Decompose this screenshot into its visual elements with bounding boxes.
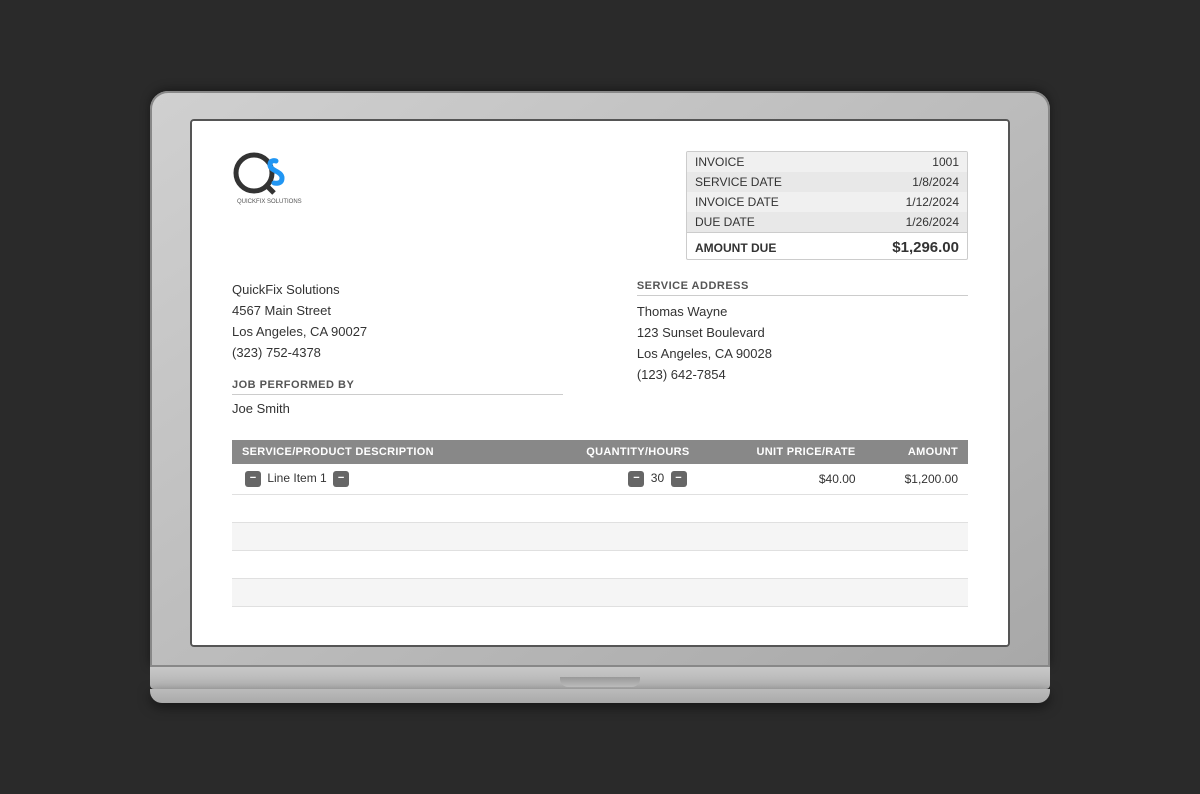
edit-description-btn[interactable]: − [333, 471, 349, 487]
quantity-value: 30 [651, 471, 664, 485]
company-address2: Los Angeles, CA 90027 [232, 322, 563, 343]
service-address1: 123 Sunset Boulevard [637, 323, 968, 344]
info-value-due-date: 1/26/2024 [842, 212, 967, 233]
job-section: JOB PERFORMED BY Joe Smith [232, 379, 563, 416]
company-info-section: QuickFix Solutions 4567 Main Street Los … [232, 280, 563, 415]
service-address-details: Thomas Wayne 123 Sunset Boulevard Los An… [637, 302, 968, 385]
service-phone: (123) 642-7854 [637, 365, 968, 386]
service-name: Thomas Wayne [637, 302, 968, 323]
screen-bezel: QUICKFIX SOLUTIONS INVOICE 1001 [150, 91, 1050, 666]
info-value-invoice-date: 1/12/2024 [842, 192, 967, 212]
info-label-invoice: INVOICE [687, 152, 842, 172]
col-header-amount: AMOUNT [866, 440, 968, 464]
invoice-info-table: INVOICE 1001 SERVICE DATE 1/8/2024 INVOI… [687, 152, 967, 259]
row-quantity: − 30 − [528, 464, 700, 495]
info-label-amount-due: AMOUNT DUE [687, 233, 842, 260]
empty-row [232, 578, 968, 606]
col-header-description: SERVICE/PRODUCT DESCRIPTION [232, 440, 528, 464]
job-label: JOB PERFORMED BY [232, 379, 563, 395]
company-address1: 4567 Main Street [232, 301, 563, 322]
company-name: QuickFix Solutions [232, 280, 563, 301]
info-label-service-date: SERVICE DATE [687, 172, 842, 192]
table-row: − Line Item 1 − − 30 − $40.00 $1,200.00 [232, 464, 968, 495]
row-unit-price: $40.00 [700, 464, 866, 495]
svg-text:QUICKFIX SOLUTIONS: QUICKFIX SOLUTIONS [237, 199, 302, 205]
invoice-header: QUICKFIX SOLUTIONS INVOICE 1001 [232, 151, 968, 260]
info-label-due-date: DUE DATE [687, 212, 842, 233]
empty-row [232, 550, 968, 578]
line-item-name: Line Item 1 [267, 471, 326, 485]
info-value-invoice: 1001 [842, 152, 967, 172]
company-logo: QUICKFIX SOLUTIONS [232, 151, 302, 206]
laptop-notch [560, 677, 640, 687]
table-header-row: SERVICE/PRODUCT DESCRIPTION QUANTITY/HOU… [232, 440, 968, 464]
remove-description-btn[interactable]: − [245, 471, 261, 487]
row-description: − Line Item 1 − [232, 464, 528, 495]
laptop-frame: QUICKFIX SOLUTIONS INVOICE 1001 [150, 91, 1050, 702]
service-address-label: SERVICE ADDRESS [637, 280, 968, 296]
remove-quantity-btn[interactable]: − [628, 471, 644, 487]
col-header-quantity: QUANTITY/HOURS [528, 440, 700, 464]
service-address-section: SERVICE ADDRESS Thomas Wayne 123 Sunset … [637, 280, 968, 415]
invoice-document: QUICKFIX SOLUTIONS INVOICE 1001 [192, 121, 1008, 644]
info-row-due-date: DUE DATE 1/26/2024 [687, 212, 967, 233]
items-table: SERVICE/PRODUCT DESCRIPTION QUANTITY/HOU… [232, 440, 968, 607]
info-row-amount-due: AMOUNT DUE $1,296.00 [687, 233, 967, 260]
edit-quantity-btn[interactable]: − [671, 471, 687, 487]
service-address2: Los Angeles, CA 90028 [637, 344, 968, 365]
empty-row [232, 522, 968, 550]
billing-section: QuickFix Solutions 4567 Main Street Los … [232, 280, 968, 415]
info-row-invoice: INVOICE 1001 [687, 152, 967, 172]
info-row-service-date: SERVICE DATE 1/8/2024 [687, 172, 967, 192]
laptop-base [150, 667, 1050, 689]
col-header-unit-price: UNIT PRICE/RATE [700, 440, 866, 464]
info-value-amount-due: $1,296.00 [842, 233, 967, 260]
company-info: QuickFix Solutions 4567 Main Street Los … [232, 280, 563, 363]
laptop-bottom [150, 689, 1050, 703]
info-label-invoice-date: INVOICE DATE [687, 192, 842, 212]
empty-row [232, 494, 968, 522]
laptop-screen: QUICKFIX SOLUTIONS INVOICE 1001 [190, 119, 1010, 646]
company-phone: (323) 752-4378 [232, 343, 563, 364]
job-performer: Joe Smith [232, 401, 563, 416]
info-row-invoice-date: INVOICE DATE 1/12/2024 [687, 192, 967, 212]
logo-area: QUICKFIX SOLUTIONS [232, 151, 302, 210]
row-amount: $1,200.00 [866, 464, 968, 495]
info-table-wrapper: INVOICE 1001 SERVICE DATE 1/8/2024 INVOI… [686, 151, 968, 260]
info-value-service-date: 1/8/2024 [842, 172, 967, 192]
